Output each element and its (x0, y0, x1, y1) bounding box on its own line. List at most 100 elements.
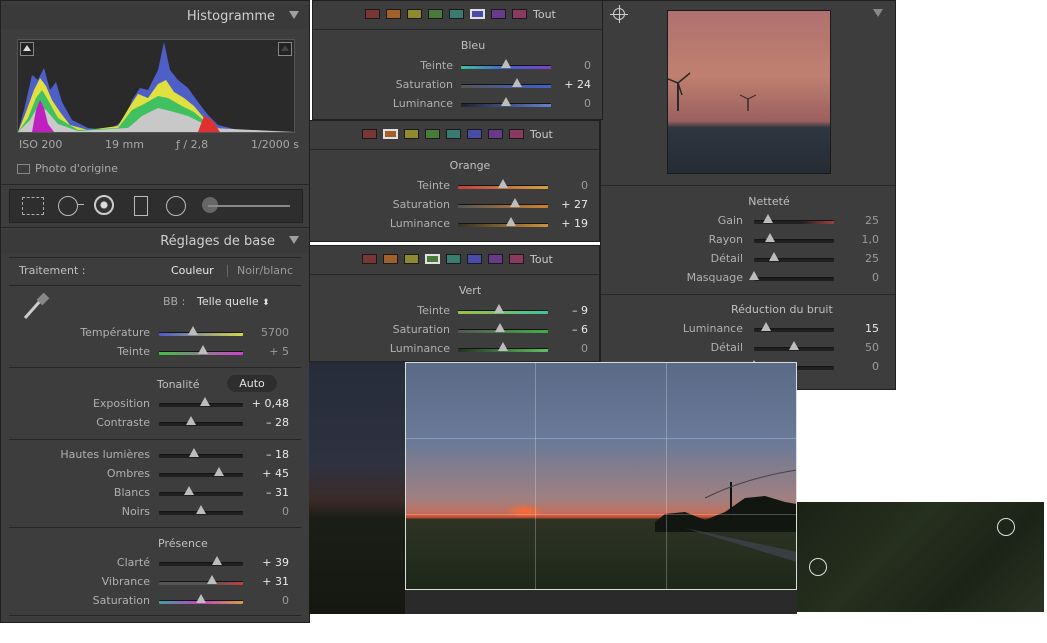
crop-border[interactable] (405, 362, 797, 590)
color-swatch-7[interactable] (509, 129, 524, 139)
saturation-1-slider-thumb[interactable] (509, 198, 520, 207)
highlights-slider-thumb[interactable] (189, 448, 200, 457)
luminance-2-slider-thumb[interactable] (498, 342, 508, 351)
color-swatch-3[interactable] (425, 254, 440, 264)
wb-eyedropper-icon[interactable] (19, 291, 51, 323)
hue-1-slider-thumb[interactable] (498, 179, 508, 188)
color-swatch-7[interactable] (509, 254, 524, 264)
vibrance-slider-thumb[interactable] (206, 575, 217, 584)
sharpen-1-value[interactable]: 1,0 (841, 233, 880, 246)
sharpen-3-value[interactable]: 0 (841, 271, 879, 284)
photo-crop-area[interactable] (405, 362, 797, 590)
shadows-slider[interactable] (159, 473, 243, 477)
tint-slider-thumb[interactable] (197, 345, 208, 354)
luminance-1-slider-thumb[interactable] (506, 217, 517, 226)
highlights-value[interactable]: – 18 (251, 448, 289, 461)
saturation-slider-thumb[interactable] (196, 594, 206, 603)
color-swatch-5[interactable] (470, 9, 485, 19)
basic-header[interactable]: Réglages de base (1, 230, 309, 254)
contrast-value[interactable]: – 28 (251, 416, 289, 429)
shadows-slider-thumb[interactable] (214, 467, 225, 476)
color-swatch-1[interactable] (383, 254, 398, 264)
temperature-slider[interactable] (159, 332, 243, 336)
crop-tool-icon[interactable] (22, 197, 44, 215)
hue-2-value[interactable]: – 9 (548, 304, 588, 317)
sharpen-3-slider[interactable] (754, 277, 834, 281)
hue-0-slider-thumb[interactable] (501, 59, 511, 68)
shadow-clipping-icon[interactable] (20, 42, 34, 56)
collapse-triangle-icon[interactable] (289, 11, 299, 19)
noise-0-value[interactable]: 15 (841, 322, 879, 335)
noise-2-value[interactable]: 0 (841, 360, 879, 373)
graduated-filter-icon[interactable] (134, 196, 148, 216)
spot-removal-icon[interactable] (58, 196, 78, 216)
blacks-slider-thumb[interactable] (196, 505, 206, 514)
hue-2-slider-thumb[interactable] (494, 304, 505, 313)
whites-slider[interactable] (159, 492, 243, 496)
noise-0-slider-thumb[interactable] (761, 322, 771, 331)
sharpen-2-value[interactable]: 25 (841, 252, 879, 265)
hue-1-value[interactable]: 0 (548, 179, 588, 192)
spot-circle-icon[interactable] (809, 558, 827, 576)
saturation-value[interactable]: 0 (251, 594, 289, 607)
color-swatch-4[interactable] (446, 129, 461, 139)
clarity-slider[interactable] (159, 562, 243, 566)
color-swatch-0[interactable] (362, 254, 377, 264)
all-colors-tab[interactable]: Tout (530, 128, 553, 141)
exposure-slider-thumb[interactable] (200, 397, 211, 406)
sharpen-3-slider-thumb[interactable] (749, 271, 759, 280)
luminance-0-value[interactable]: 0 (551, 97, 591, 110)
luminance-2-value[interactable]: 0 (548, 342, 588, 355)
temperature-value[interactable]: 5700 (251, 326, 289, 339)
color-swatch-2[interactable] (404, 254, 419, 264)
highlight-clipping-icon[interactable] (278, 42, 292, 56)
sharpen-0-value[interactable]: 25 (841, 214, 879, 227)
contrast-slider[interactable] (159, 422, 243, 426)
color-swatch-1[interactable] (383, 129, 398, 139)
saturation-1-slider[interactable] (458, 204, 548, 208)
saturation-2-slider-thumb[interactable] (495, 323, 506, 332)
saturation-0-slider[interactable] (461, 84, 551, 88)
color-swatch-2[interactable] (407, 9, 422, 19)
detail-collapse-icon[interactable] (873, 9, 883, 17)
whites-value[interactable]: – 31 (251, 486, 289, 499)
color-swatch-2[interactable] (404, 129, 419, 139)
clarity-slider-thumb[interactable] (211, 556, 222, 565)
spot-circle-icon[interactable] (997, 518, 1015, 536)
exposure-value[interactable]: + 0,48 (251, 397, 289, 410)
saturation-0-slider-thumb[interactable] (511, 78, 522, 87)
color-swatch-5[interactable] (467, 254, 482, 264)
hue-0-value[interactable]: 0 (551, 59, 591, 72)
all-colors-tab[interactable]: Tout (530, 253, 553, 266)
saturation-1-value[interactable]: + 27 (548, 198, 588, 211)
tint-value[interactable]: + 5 (251, 345, 289, 358)
auto-tone-button[interactable]: Auto (227, 375, 277, 392)
sharpen-2-slider-thumb[interactable] (769, 252, 779, 261)
luminance-1-value[interactable]: + 19 (548, 217, 588, 230)
histogram-header[interactable]: Histogramme (1, 5, 309, 29)
color-swatch-3[interactable] (428, 9, 443, 19)
collapse-triangle-icon[interactable] (289, 236, 299, 244)
luminance-0-slider-thumb[interactable] (501, 97, 511, 106)
blacks-value[interactable]: 0 (251, 505, 289, 518)
photo-crop-view[interactable] (309, 362, 797, 614)
color-swatch-4[interactable] (449, 9, 464, 19)
brush-size-slider[interactable] (208, 205, 290, 207)
luminance-1-slider[interactable] (458, 223, 548, 227)
color-swatch-4[interactable] (446, 254, 461, 264)
sharpen-1-slider-thumb[interactable] (765, 233, 775, 242)
shadows-value[interactable]: + 45 (251, 467, 289, 480)
color-swatch-0[interactable] (365, 9, 380, 19)
original-photo-checkbox[interactable] (17, 164, 30, 174)
contrast-slider-thumb[interactable] (185, 416, 196, 425)
radial-filter-icon[interactable] (166, 196, 186, 216)
saturation-2-value[interactable]: – 6 (548, 323, 588, 336)
color-swatch-6[interactable] (488, 129, 503, 139)
color-swatch-1[interactable] (386, 9, 401, 19)
vibrance-value[interactable]: + 31 (251, 575, 289, 588)
saturation-0-value[interactable]: + 24 (551, 78, 591, 91)
color-swatch-7[interactable] (512, 9, 527, 19)
red-eye-icon[interactable] (94, 195, 114, 215)
highlights-slider[interactable] (159, 454, 243, 458)
temperature-slider-thumb[interactable] (187, 326, 198, 335)
